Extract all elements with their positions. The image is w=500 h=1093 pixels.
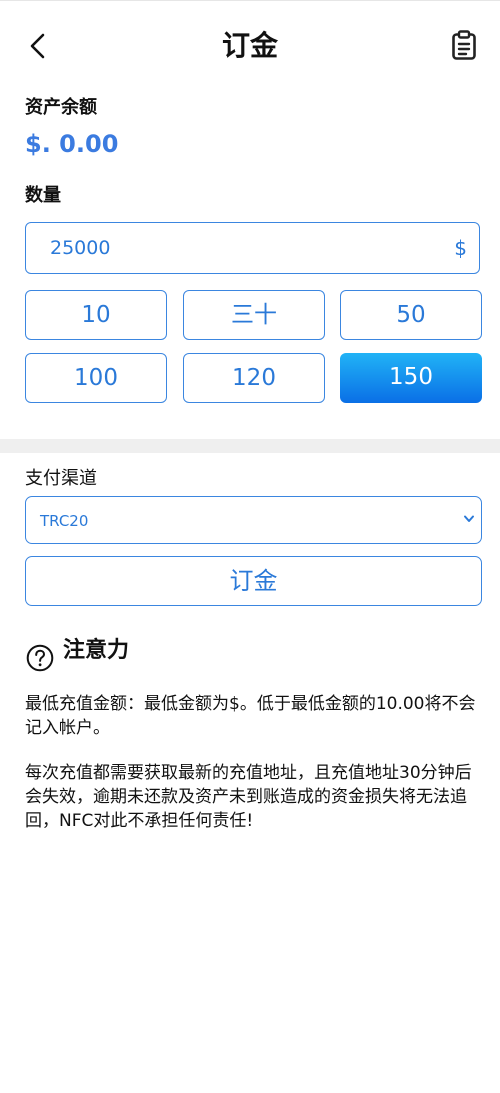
payment-channel-value: TRC20 <box>40 512 89 530</box>
amount-label: 数量 <box>25 185 61 206</box>
clipboard-icon[interactable] <box>451 30 477 60</box>
chevron-down-icon <box>464 515 474 522</box>
notice-paragraph-address-warning: 每次充值都需要获取最新的充值地址，且充值地址30分钟后会失效，逾期未还款及资产未… <box>25 763 472 831</box>
question-circle-icon <box>26 644 54 672</box>
quick-amount-30-button[interactable]: 三十 <box>183 290 325 340</box>
quick-amount-120-button[interactable]: 120 <box>183 353 325 403</box>
amount-input[interactable] <box>50 223 430 273</box>
notice-title: 注意力 <box>63 638 130 663</box>
section-divider <box>0 439 500 453</box>
balance-value: $. 0.00 <box>25 130 119 158</box>
currency-symbol: $ <box>454 236 467 260</box>
amount-field[interactable]: $ <box>25 222 480 274</box>
quick-amount-100-button[interactable]: 100 <box>25 353 167 403</box>
notice-paragraph-min-amount: 最低充值金额：最低金额为$。低于最低金额的10.00将不会记入帐户。 <box>25 694 476 738</box>
payment-channel-select[interactable]: TRC20 <box>25 496 482 544</box>
quick-amount-50-button[interactable]: 50 <box>340 290 482 340</box>
balance-label: 资产余额 <box>25 97 97 118</box>
page-title: 订金 <box>221 29 278 62</box>
quick-amount-150-button[interactable]: 150 <box>340 353 482 403</box>
payment-channel-label: 支付渠道 <box>25 468 97 489</box>
quick-amount-10-button[interactable]: 10 <box>25 290 167 340</box>
deposit-submit-button[interactable]: 订金 <box>25 556 482 606</box>
header: 订金 <box>0 0 500 90</box>
